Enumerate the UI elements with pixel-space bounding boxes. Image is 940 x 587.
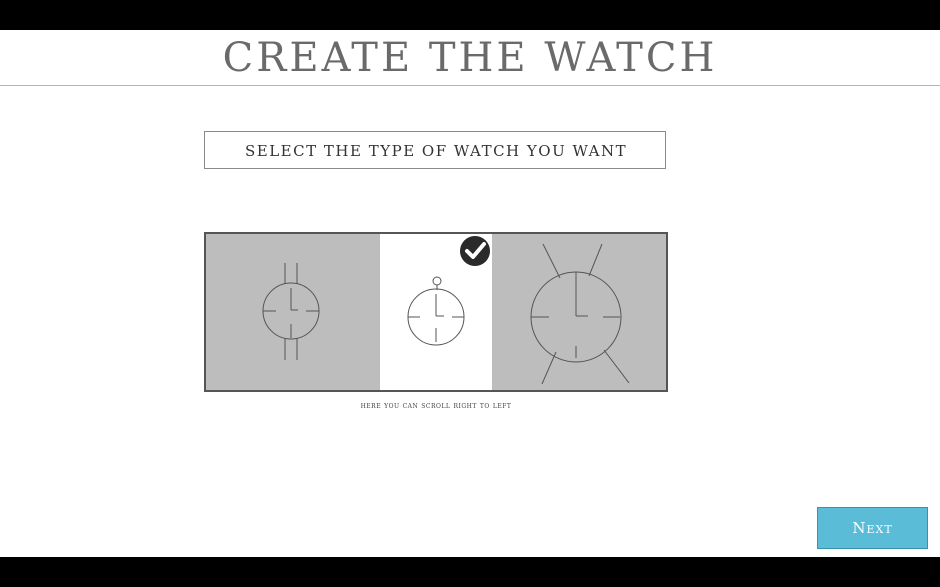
watch-option-large-watch[interactable] — [492, 234, 666, 390]
instruction-text: Select the type of watch you want — [245, 142, 628, 160]
wristwatch-icon — [262, 263, 320, 360]
scroll-hint: here you can scroll right to left — [360, 401, 512, 410]
top-bar — [0, 0, 940, 30]
next-button[interactable]: Next — [817, 507, 928, 549]
selected-check-icon — [460, 236, 490, 266]
watch-type-carousel[interactable] — [204, 232, 668, 392]
bottom-bar — [0, 557, 940, 587]
watch-option-wristwatch[interactable] — [206, 234, 380, 390]
page-title: Create the Watch — [222, 35, 718, 81]
instruction-box: Select the type of watch you want — [204, 131, 666, 169]
title-divider — [0, 85, 940, 86]
large-watch-icon — [530, 243, 630, 385]
